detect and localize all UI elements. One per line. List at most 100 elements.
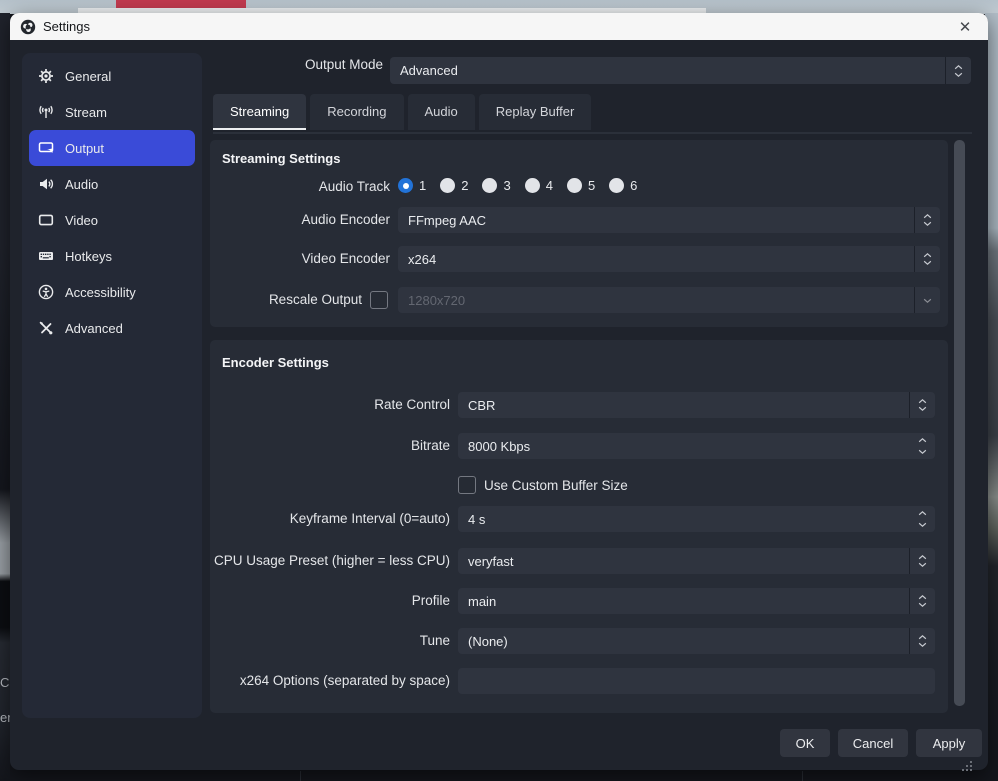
vertical-scrollbar[interactable] [954, 140, 965, 706]
audio-track-option-5[interactable]: 5 [567, 178, 595, 193]
keyframe-interval-label: Keyframe Interval (0=auto) [210, 511, 450, 527]
audio-track-radio-group: 1 2 3 4 5 6 [398, 178, 651, 193]
chevron-down-icon [918, 449, 927, 454]
radio-label: 4 [546, 178, 553, 193]
audio-encoder-spinner[interactable] [914, 207, 940, 233]
audio-track-option-6[interactable]: 6 [609, 178, 637, 193]
tab-separator [213, 132, 972, 134]
close-button[interactable]: ✕ [950, 13, 980, 40]
audio-track-option-2[interactable]: 2 [440, 178, 468, 193]
sidebar-item-advanced[interactable]: Advanced [29, 310, 195, 346]
rescale-output-label: Rescale Output [210, 292, 362, 308]
chevron-up-icon [918, 635, 927, 640]
audio-track-option-4[interactable]: 4 [525, 178, 553, 193]
desktop-left-strip [0, 13, 10, 781]
sidebar-item-label: Output [65, 141, 104, 156]
encoder-settings-panel: Encoder Settings Rate Control CBR Bitrat… [210, 340, 948, 713]
apply-button[interactable]: Apply [916, 729, 982, 757]
sidebar-item-stream[interactable]: Stream [29, 94, 195, 130]
rescale-output-checkbox[interactable] [370, 291, 388, 309]
chevron-down-icon [918, 642, 927, 647]
radio-icon[interactable] [609, 178, 624, 193]
keyframe-interval-spinbox[interactable]: 4 s [458, 506, 935, 532]
background-divider [802, 771, 803, 781]
chevron-up-icon [923, 253, 932, 258]
cancel-button[interactable]: Cancel [838, 729, 908, 757]
sidebar-item-video[interactable]: Video [29, 202, 195, 238]
radio-icon[interactable] [525, 178, 540, 193]
ok-button[interactable]: OK [780, 729, 830, 757]
video-encoder-select[interactable]: x264 [398, 246, 940, 272]
monitor-icon [38, 212, 54, 228]
radio-icon[interactable] [567, 178, 582, 193]
sidebar-item-label: General [65, 69, 111, 84]
tab-audio[interactable]: Audio [408, 94, 475, 130]
bitrate-label: Bitrate [210, 438, 450, 454]
tune-label: Tune [210, 633, 450, 649]
profile-select[interactable]: main [458, 588, 935, 614]
bitrate-spinbox[interactable]: 8000 Kbps [458, 433, 935, 459]
chevron-down-icon [918, 406, 927, 411]
sidebar-item-audio[interactable]: Audio [29, 166, 195, 202]
rate-control-select[interactable]: CBR [458, 392, 935, 418]
background-divider [300, 771, 301, 781]
output-tabs: Streaming Recording Audio Replay Buffer [213, 94, 591, 130]
bitrate-value: 8000 Kbps [468, 433, 530, 459]
obs-logo-icon [20, 19, 36, 35]
keyframe-interval-value: 4 s [468, 506, 485, 532]
output-mode-select[interactable]: Advanced [390, 57, 971, 84]
x264-options-input[interactable] [458, 668, 935, 694]
bitrate-spinner[interactable] [910, 433, 935, 459]
tab-recording[interactable]: Recording [310, 94, 403, 130]
radio-label: 2 [461, 178, 468, 193]
tune-spinner[interactable] [909, 628, 935, 654]
sidebar-item-output[interactable]: Output [29, 130, 195, 166]
keyframe-interval-spinner[interactable] [910, 506, 935, 532]
rate-control-spinner[interactable] [909, 392, 935, 418]
audio-encoder-select[interactable]: FFmpeg AAC [398, 207, 940, 233]
accessibility-icon [38, 284, 54, 300]
audio-track-option-1[interactable]: 1 [398, 178, 426, 193]
chevron-up-icon [918, 511, 927, 516]
output-mode-spinner[interactable] [945, 57, 971, 84]
chevron-up-icon [918, 399, 927, 404]
chevron-up-icon [923, 214, 932, 219]
tab-replay-buffer[interactable]: Replay Buffer [479, 94, 592, 130]
video-encoder-spinner[interactable] [914, 246, 940, 272]
window-title: Settings [43, 19, 90, 34]
cpu-preset-select[interactable]: veryfast [458, 548, 935, 574]
sidebar-item-general[interactable]: General [29, 58, 195, 94]
chevron-down-icon [918, 522, 927, 527]
radio-label: 3 [503, 178, 510, 193]
radio-selected-icon[interactable] [398, 178, 413, 193]
rescale-output-value: 1280x720 [408, 287, 465, 313]
chevron-down-icon [918, 562, 927, 567]
chevron-up-icon [918, 595, 927, 600]
audio-track-option-3[interactable]: 3 [482, 178, 510, 193]
cpu-preset-label: CPU Usage Preset (higher = less CPU) [210, 553, 450, 569]
custom-buffer-checkbox[interactable] [458, 476, 476, 494]
audio-encoder-value: FFmpeg AAC [408, 207, 486, 233]
tune-select[interactable]: (None) [458, 628, 935, 654]
resize-grip[interactable] [958, 757, 974, 773]
x264-options-label: x264 Options (separated by space) [210, 673, 450, 689]
title-bar[interactable]: Settings [10, 13, 988, 40]
chevron-down-icon [918, 602, 927, 607]
output-mode-label: Output Mode [263, 57, 383, 73]
sidebar-item-accessibility[interactable]: Accessibility [29, 274, 195, 310]
rescale-output-dropdown[interactable] [914, 287, 940, 313]
rate-control-value: CBR [468, 392, 495, 418]
rescale-output-combo[interactable]: 1280x720 [398, 287, 940, 313]
chevron-down-icon [923, 298, 932, 303]
profile-spinner[interactable] [909, 588, 935, 614]
tab-streaming[interactable]: Streaming [213, 94, 306, 130]
radio-icon[interactable] [482, 178, 497, 193]
encoder-settings-title: Encoder Settings [222, 355, 329, 370]
sidebar-item-hotkeys[interactable]: Hotkeys [29, 238, 195, 274]
profile-value: main [468, 588, 496, 614]
audio-track-label: Audio Track [210, 179, 390, 195]
radio-icon[interactable] [440, 178, 455, 193]
chevron-down-icon [923, 221, 932, 226]
cpu-preset-spinner[interactable] [909, 548, 935, 574]
broadcast-icon [38, 104, 54, 120]
